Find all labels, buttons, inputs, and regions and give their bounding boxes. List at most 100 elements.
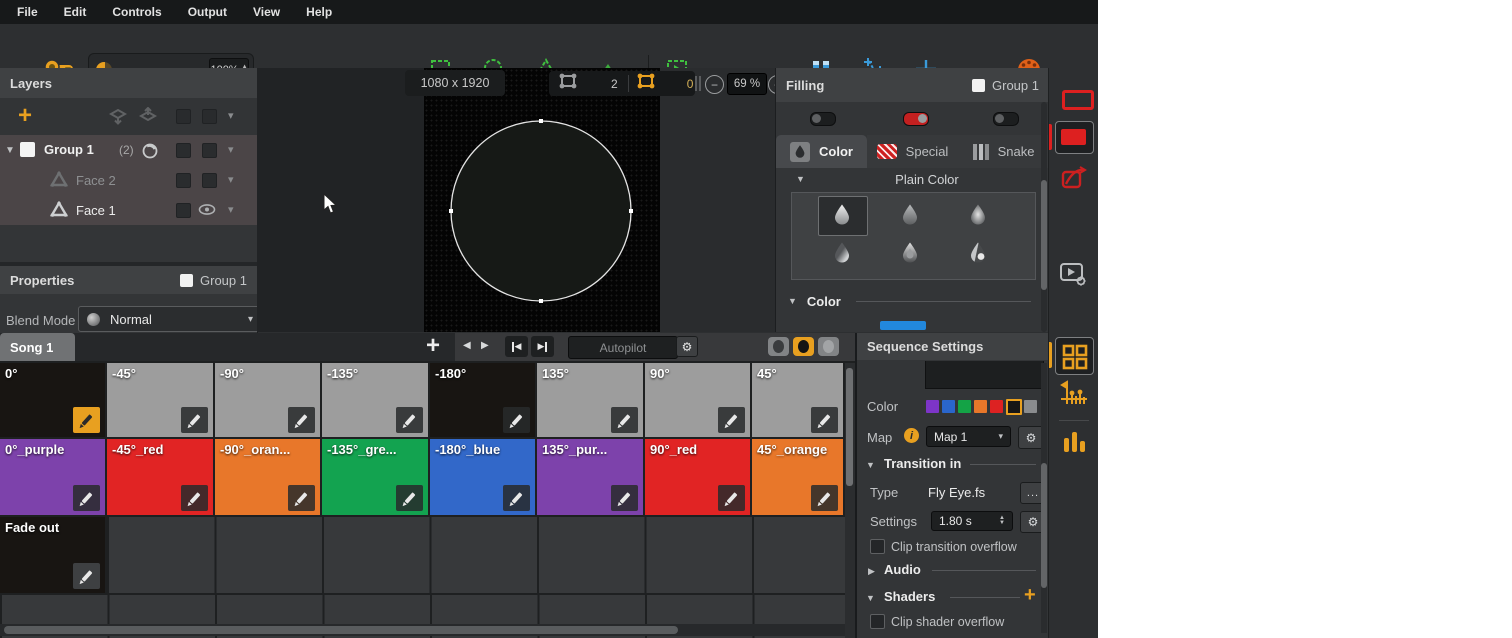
edit-clip-button[interactable] — [288, 407, 315, 433]
clip-cell[interactable]: 0° — [0, 363, 107, 437]
face1-solo-toggle[interactable] — [176, 203, 191, 218]
autopilot-gear-button[interactable]: ⚙ — [676, 336, 698, 357]
clip-cell[interactable]: -90°_oran... — [215, 439, 322, 515]
draw-mask-icon[interactable] — [1060, 164, 1088, 197]
layer-row-face1[interactable]: Face 1 ▾ — [0, 195, 257, 225]
face2-name[interactable]: Face 2 — [76, 173, 116, 188]
layer-row-face2[interactable]: Face 2 ▾ — [0, 165, 257, 195]
settings-scrollbar-thumb[interactable] — [1041, 463, 1047, 588]
color-swatch-blue[interactable] — [942, 400, 955, 413]
output-canvas[interactable] — [424, 68, 660, 332]
zoom-out-button[interactable]: − — [705, 75, 724, 94]
grid-vscrollbar-thumb[interactable] — [846, 368, 853, 486]
clip-cell[interactable]: -135°_gre... — [322, 439, 430, 515]
edit-clip-button[interactable] — [73, 563, 100, 589]
next-clip-icon[interactable]: ▶ — [481, 340, 489, 351]
mapped-circle-shape[interactable] — [424, 68, 660, 332]
group-blend-icon[interactable] — [141, 141, 159, 164]
edit-clip-button[interactable] — [181, 485, 208, 511]
fixture-outline-icon[interactable] — [1062, 90, 1094, 110]
droplet-variant-6-icon[interactable] — [970, 242, 986, 268]
menu-controls[interactable]: Controls — [99, 0, 174, 24]
stats-view-icon[interactable] — [1062, 428, 1086, 461]
move-layer-up-icon[interactable] — [138, 107, 158, 130]
layer-row-group1[interactable]: ▼ Group 1 (2) ▾ — [0, 135, 257, 165]
playmode-option-1[interactable] — [768, 337, 789, 356]
settings-scrollbar[interactable] — [1041, 363, 1047, 633]
add-song-button[interactable]: + — [426, 333, 440, 359]
playmode-option-2-selected[interactable] — [793, 337, 814, 356]
zoom-value-field[interactable]: 69 % — [727, 73, 767, 95]
tab-special[interactable]: Special — [867, 135, 958, 168]
edit-clip-button[interactable] — [73, 407, 100, 433]
droplet-variant-2-icon[interactable] — [902, 204, 918, 230]
face1-expand-options-icon[interactable]: ▾ — [228, 203, 234, 216]
color-section-collapse-icon[interactable]: ▼ — [788, 296, 797, 306]
transition-duration-spinner[interactable]: ▲▼ — [999, 516, 1005, 526]
clip-cell[interactable]: 90°_red — [645, 439, 752, 515]
color-swatch-gray[interactable] — [1024, 400, 1037, 413]
tab-color[interactable]: Color — [776, 135, 867, 168]
canvas-workspace[interactable]: 1080 x 1920 2 0 − 69 % + — [257, 68, 775, 332]
face1-eye-icon[interactable] — [198, 203, 216, 221]
map-dropdown[interactable]: Map 1 ▾ — [926, 426, 1011, 447]
group-name[interactable]: Group 1 — [44, 142, 94, 157]
group-solo-toggle[interactable] — [176, 143, 191, 158]
color-section-header[interactable]: ▼ Color — [776, 290, 1049, 312]
clip-cell[interactable]: -45°_red — [107, 439, 215, 515]
fixture-filled-selected[interactable] — [1055, 121, 1094, 154]
menu-view[interactable]: View — [240, 0, 293, 24]
clip-cell[interactable]: -45° — [107, 363, 215, 437]
blend-mode-dropdown[interactable]: Normal ▾ — [78, 306, 262, 332]
edit-clip-button[interactable] — [811, 407, 838, 433]
layer-visibility-column-icon[interactable] — [202, 109, 217, 124]
move-layer-down-icon[interactable] — [108, 107, 128, 130]
group-expand-options-icon[interactable]: ▾ — [228, 143, 234, 156]
empty-clip-row[interactable] — [107, 517, 845, 593]
playmode-option-3[interactable] — [818, 337, 839, 356]
edit-clip-button[interactable] — [811, 485, 838, 511]
clip-cell[interactable]: 0°_purple — [0, 439, 107, 515]
face1-name[interactable]: Face 1 — [76, 203, 116, 218]
tab-song1[interactable]: Song 1 — [0, 333, 75, 361]
edit-clip-button[interactable] — [718, 407, 745, 433]
clip-cell[interactable]: 45° — [752, 363, 845, 437]
filling-scrollbar[interactable] — [1041, 102, 1047, 332]
tab-snake[interactable]: Snake — [958, 135, 1049, 168]
color-swatch-purple[interactable] — [926, 400, 939, 413]
filling-scrollbar-thumb[interactable] — [1041, 180, 1047, 290]
menu-output[interactable]: Output — [175, 0, 240, 24]
edit-clip-button[interactable] — [396, 407, 423, 433]
color-swatch-green[interactable] — [958, 400, 971, 413]
plain-color-collapse-icon[interactable]: ▼ — [796, 174, 805, 184]
edit-clip-button[interactable] — [396, 485, 423, 511]
edit-clip-button[interactable] — [611, 485, 638, 511]
color-swatch-orange[interactable] — [974, 400, 987, 413]
clip-cell[interactable]: -135° — [322, 363, 430, 437]
prev-clip-icon[interactable]: ◀ — [463, 340, 471, 351]
clip-cell[interactable]: 90° — [645, 363, 752, 437]
edit-clip-button[interactable] — [181, 407, 208, 433]
color-swatch-black-selected[interactable] — [1006, 399, 1022, 415]
plain-color-section-header[interactable]: ▼ Plain Color — [776, 168, 1049, 190]
clip-transition-overflow-label[interactable]: Clip transition overflow — [891, 540, 1017, 554]
face2-expand-options-icon[interactable]: ▾ — [228, 173, 234, 186]
sequence-notes-field[interactable] — [925, 361, 1044, 389]
face2-visibility-toggle[interactable] — [202, 173, 217, 188]
skip-to-end-button[interactable]: ▶ — [531, 336, 554, 357]
autopilot-field[interactable]: Autopilot — [568, 336, 678, 359]
layer-toggle-column-icon[interactable] — [176, 109, 191, 124]
clip-cell[interactable]: 45°_orange — [752, 439, 845, 515]
edit-clip-button[interactable] — [503, 407, 530, 433]
audio-collapse-icon[interactable]: ▶ — [868, 566, 875, 577]
color-swatch-red[interactable] — [990, 400, 1003, 413]
clip-cell-fadeout[interactable]: Fade out — [0, 517, 107, 593]
media-settings-icon[interactable] — [1059, 260, 1089, 293]
face2-solo-toggle[interactable] — [176, 173, 191, 188]
group-visibility-toggle[interactable] — [202, 143, 217, 158]
droplet-variant-4-icon[interactable] — [834, 242, 850, 268]
shaders-section-title[interactable]: Shaders — [884, 589, 935, 604]
timeline-view-icon[interactable] — [1059, 380, 1089, 415]
grid-hscrollbar[interactable] — [4, 626, 678, 634]
clip-cell[interactable]: 135°_pur... — [537, 439, 645, 515]
